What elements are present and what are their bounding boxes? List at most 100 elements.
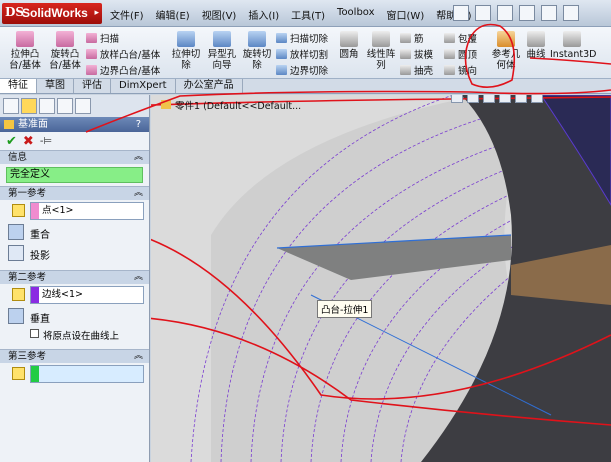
menu-window[interactable]: 窗口(W) (381, 7, 431, 22)
boundary-boss-icon (86, 65, 97, 75)
app-name: SolidWorks (22, 6, 88, 20)
tab-office-products[interactable]: 办公室产品 (176, 79, 243, 93)
boundary-cut-button[interactable]: 边界切除 (276, 63, 328, 77)
feature-tree-flyout[interactable]: 零件1 (Default<<Default... (161, 98, 301, 112)
menu-file[interactable]: 文件(F) (104, 7, 150, 22)
configuration-manager-icon[interactable] (39, 98, 55, 114)
coincident-option[interactable]: 重合 (0, 222, 149, 243)
menu-bar: 文件(F) 编辑(E) 视图(V) 插入(I) 工具(T) Toolbox 窗口… (104, 7, 478, 22)
instant3d-icon (563, 31, 581, 47)
swept-cut-button[interactable]: 扫描切除 (276, 31, 328, 45)
print-icon[interactable] (519, 5, 535, 21)
first-reference-field[interactable]: 点<1> (30, 202, 144, 220)
quick-access-toolbar (453, 5, 579, 21)
fillet-icon (340, 31, 358, 47)
sweep-button[interactable]: 扫描 (86, 31, 119, 45)
help-icon[interactable]: ? (136, 117, 141, 132)
perpendicular-option[interactable]: 垂直 (0, 306, 149, 327)
third-reference-field[interactable] (30, 365, 144, 383)
cancel-button[interactable]: ✖ (23, 134, 34, 149)
menu-tools[interactable]: 工具(T) (285, 7, 331, 22)
lofted-cut-button[interactable]: 放样切割 (276, 47, 328, 61)
open-folder-icon[interactable] (475, 5, 491, 21)
menu-view[interactable]: 视图(V) (196, 7, 243, 22)
shell-button[interactable]: 抽壳 (400, 63, 433, 77)
display-manager-icon[interactable] (75, 98, 91, 114)
info-section-title[interactable]: 信息 ︽ (0, 150, 149, 164)
origin-on-curve-checkbox[interactable] (30, 329, 39, 338)
first-reference-row: 点<1> (0, 200, 149, 222)
info-title: 信息 (8, 152, 28, 163)
wrap-button[interactable]: 包覆 (444, 31, 477, 45)
revolve-cut-button[interactable]: 旋转切 除 (240, 31, 274, 71)
menu-insert[interactable]: 插入(I) (242, 7, 285, 22)
model-viewport[interactable] (151, 95, 611, 462)
hole-wizard-label: 异型孔 向导 (207, 49, 237, 71)
reference-geometry-label: 参考几 何体 (491, 49, 521, 71)
project-option[interactable]: 投影 (0, 243, 149, 264)
origin-on-curve-checkbox-row[interactable]: 将原点设在曲线上 (0, 327, 149, 342)
previous-view-icon[interactable] (483, 95, 495, 103)
menu-edit[interactable]: 编辑(E) (150, 7, 196, 22)
third-reference-label: 第三参考 (8, 351, 47, 362)
tab-dimxpert[interactable]: DimXpert (111, 79, 176, 93)
feature-tree-icon[interactable] (3, 98, 19, 114)
first-reference-label: 第一参考 (8, 188, 47, 199)
second-reference-field[interactable]: 边线<1> (30, 286, 144, 304)
loft-button[interactable]: 放样凸台/基体 (86, 47, 160, 61)
third-reference-title[interactable]: 第三参考 ︽ (0, 349, 149, 363)
hole-wizard-button[interactable]: 异型孔 向导 (204, 31, 240, 71)
coincident-label: 重合 (30, 230, 50, 241)
tab-sketch[interactable]: 草图 (37, 79, 74, 93)
ok-button[interactable]: ✔ (6, 134, 17, 149)
reference-cube-icon (12, 288, 25, 301)
undo-icon[interactable] (541, 5, 557, 21)
mirror-button[interactable]: 镜向 (444, 63, 477, 77)
collapse-chevron-icon[interactable]: ︽ (134, 350, 143, 363)
curves-button[interactable]: 曲线 (522, 31, 550, 60)
tab-evaluate[interactable]: 评估 (74, 79, 111, 93)
zoom-area-icon[interactable] (467, 95, 479, 103)
rib-button[interactable]: 筋 (400, 31, 424, 45)
graphics-area[interactable]: 零件1 (Default<<Default... 凸台-拉伸1 (151, 95, 611, 462)
dome-label: 圆顶 (458, 50, 478, 61)
reference-geometry-button[interactable]: 参考几 何体 (488, 31, 524, 71)
display-style-icon[interactable] (531, 95, 543, 103)
collapse-chevron-icon[interactable]: ︽ (134, 271, 143, 284)
solidworks-logo[interactable]: DS SolidWorks ▸ (2, 3, 102, 24)
new-document-icon[interactable] (453, 5, 469, 21)
collapse-chevron-icon[interactable]: ︽ (134, 151, 143, 164)
linear-pattern-button[interactable]: 线性阵 列 (364, 31, 398, 71)
zoom-to-fit-icon[interactable] (451, 95, 463, 103)
second-reference-title[interactable]: 第二参考 ︽ (0, 270, 149, 284)
property-manager-icon[interactable] (21, 98, 37, 114)
revolve-boss-button[interactable]: 旋转凸 台/基体 (46, 31, 84, 71)
dimxpert-manager-icon[interactable] (57, 98, 73, 114)
dome-button[interactable]: 圆顶 (444, 47, 477, 61)
view-orientation-icon[interactable] (515, 95, 527, 103)
extrude-boss-button[interactable]: 拉伸凸 台/基体 (6, 31, 44, 71)
boundary-boss-button[interactable]: 边界凸台/基体 (86, 63, 160, 77)
instant3d-label: Instant3D (550, 49, 597, 60)
plane-header: 基准面 ? (0, 117, 149, 132)
extrude-cut-button[interactable]: 拉伸切 除 (168, 31, 204, 71)
boundary-cut-icon (276, 65, 287, 75)
section-view-icon[interactable] (499, 95, 511, 103)
first-reference-title[interactable]: 第一参考 ︽ (0, 186, 149, 200)
fillet-button[interactable]: 圆角 (334, 31, 364, 60)
draft-button[interactable]: 拔模 (400, 47, 433, 61)
collapse-chevron-icon[interactable]: ︽ (134, 187, 143, 200)
select-arrow-icon[interactable] (563, 5, 579, 21)
coincident-icon (8, 224, 24, 240)
pin-icon[interactable]: -⊨ (40, 136, 52, 147)
save-icon[interactable] (497, 5, 513, 21)
revolve-boss-icon (56, 31, 74, 47)
instant3d-button[interactable]: Instant3D (550, 31, 597, 60)
perpendicular-icon (8, 308, 24, 324)
lofted-cut-icon (276, 49, 287, 59)
tab-features[interactable]: 特征 (0, 79, 37, 93)
draft-label: 拔模 (414, 50, 434, 61)
status-badge: 完全定义 (6, 167, 143, 183)
menu-toolbox[interactable]: Toolbox (331, 7, 381, 22)
reference-color-swatch (31, 287, 39, 303)
